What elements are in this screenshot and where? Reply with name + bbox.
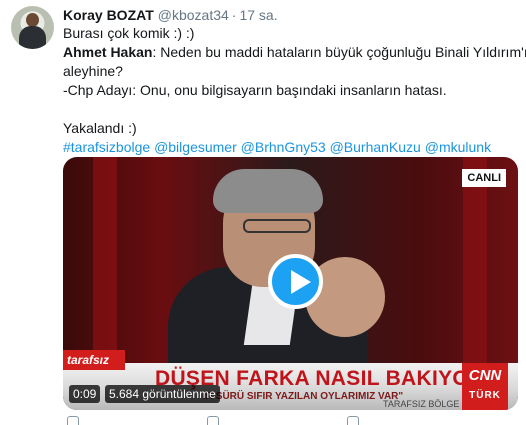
hashtag-mentions: #tarafsizbolge @bilgesumer @BrhnGny53 @B…	[63, 138, 518, 157]
live-badge: CANLI	[462, 169, 506, 187]
author-name[interactable]: Koray BOZAT	[63, 7, 154, 23]
avatar[interactable]	[11, 6, 54, 49]
video-duration: 0:09	[69, 385, 101, 403]
reply-icon[interactable]	[67, 416, 79, 425]
program-tab: tarafsız	[63, 350, 125, 370]
mention-link[interactable]: @mkulunk	[425, 139, 491, 155]
author-handle[interactable]: @kbozat34	[158, 7, 229, 23]
hashtag-link[interactable]: #tarafsizbolge	[63, 139, 150, 155]
tweet-line: Yakalandı :)	[63, 120, 137, 136]
tweet-line: -Chp Adayı: Onu, onu bilgisayarın başınd…	[63, 82, 447, 98]
news-subline: IR SÜRÜ SIFIR YAZILAN OYLARIMIZ VAR"	[203, 391, 404, 402]
play-icon	[291, 270, 311, 294]
mention-link[interactable]: @bilgesumer	[154, 139, 237, 155]
tweet-line: aleyhine?	[63, 63, 123, 79]
quoted-speaker: Ahmet Hakan	[63, 44, 153, 60]
tweet-text: Burası çok komik :) :) Ahmet Hakan: Nede…	[63, 24, 526, 157]
play-button[interactable]	[268, 254, 323, 309]
separator: ·	[231, 7, 237, 23]
tweet-actions	[63, 416, 518, 425]
tweet-header: Koray BOZAT @kbozat34 · 17 sa.	[63, 6, 278, 24]
mention-link[interactable]: @BurhanKuzu	[330, 139, 421, 155]
timestamp[interactable]: 17 sa.	[239, 7, 277, 23]
tweet-line: Ahmet Hakan: Neden bu maddi hataların bü…	[63, 44, 526, 60]
program-name: TARAFSIZ BÖLGE	[383, 399, 460, 409]
tweet-line: Burası çok komik :) :)	[63, 25, 195, 41]
mention-link[interactable]: @BrhnGny53	[241, 139, 326, 155]
like-icon[interactable]	[347, 416, 359, 425]
view-count: 5.684 görüntülenme	[105, 385, 220, 403]
channel-logo: CNN TÜRK	[462, 363, 508, 410]
retweet-icon[interactable]	[207, 416, 219, 425]
tweet[interactable]: Koray BOZAT @kbozat34 · 17 sa. Burası çok k…	[0, 0, 526, 425]
video-player[interactable]: CANLI tarafsız DÜŞEN FARKA NASIL BAKIYOR…	[63, 157, 518, 410]
